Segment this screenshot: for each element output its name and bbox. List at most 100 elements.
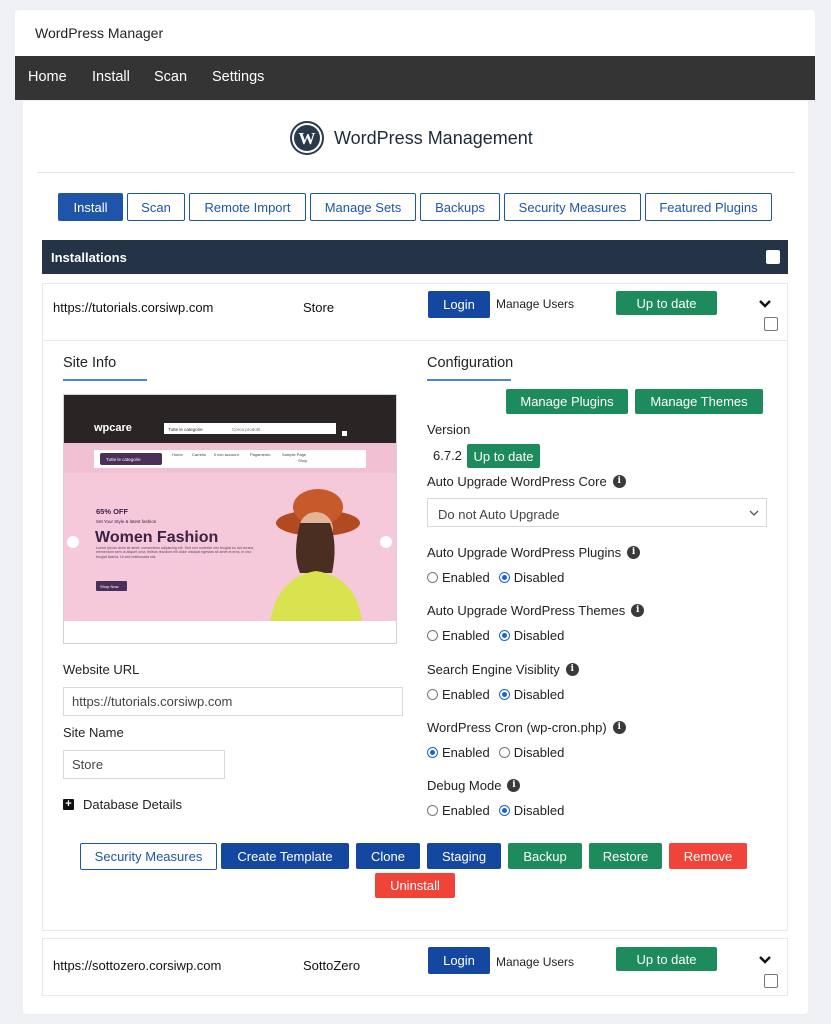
debug-mode-radios: Enabled Disabled [427,803,573,818]
auto-plugins-radios: Enabled Disabled [427,570,573,585]
auto-plugins-label: Auto Upgrade WordPress Plugins i [427,545,641,560]
wp-cron-enabled-radio[interactable] [427,747,438,758]
debug-mode-disabled-radio[interactable] [498,805,510,816]
tab-backups[interactable]: Backups [420,193,500,221]
row-checkbox[interactable] [764,317,778,331]
nav-scan[interactable]: Scan [154,69,187,85]
tab-security-measures[interactable]: Security Measures [504,193,641,221]
chevron-down-icon [749,510,759,516]
site-info-underline [63,379,147,381]
disabled-label: Disabled [513,687,565,702]
backup-button[interactable]: Backup [508,843,582,869]
nav-install[interactable]: Install [92,69,130,85]
remove-button[interactable]: Remove [669,843,747,869]
wp-cron-label-text: WordPress Cron (wp-cron.php) [427,720,607,735]
app-header: WordPress Manager [15,10,815,56]
auto-core-label: Auto Upgrade WordPress Core i [427,474,626,489]
version-status-button[interactable]: Up to date [467,444,540,468]
auto-core-select[interactable]: Do not Auto Upgrade [427,498,767,527]
restore-button[interactable]: Restore [589,843,662,869]
main-nav: Home Install Scan Settings [15,56,815,100]
nav-home[interactable]: Home [28,69,67,85]
disabled-label: Disabled [513,628,565,643]
installation-name: SottoZero [303,958,361,973]
preview-menu-checkout: Pagamento [250,452,271,457]
info-icon[interactable]: i [565,663,579,676]
auto-plugins-label-text: Auto Upgrade WordPress Plugins [427,545,622,560]
disabled-label: Disabled [513,803,565,818]
tab-install[interactable]: Install [58,193,123,221]
preview-menu-sample: Sample Page [282,452,307,457]
chevron-down-icon[interactable] [758,953,772,967]
preview-menu-category: Tutte le categorie [106,457,141,462]
debug-mode-enabled-radio[interactable] [427,805,438,816]
expand-plus-icon[interactable]: + [63,799,74,810]
search-visibility-enabled-radio[interactable] [427,689,438,700]
info-icon[interactable]: i [507,779,521,792]
update-status-button[interactable]: Up to date [616,291,717,315]
preview-logo: wpcare [93,422,132,434]
nav-settings[interactable]: Settings [212,69,264,85]
site-name-field[interactable] [63,750,225,779]
installation-row: https://sottozero.corsiwp.com SottoZero … [42,938,788,996]
uninstall-button[interactable]: Uninstall [375,873,455,898]
staging-button[interactable]: Staging [427,843,501,869]
website-url-field[interactable] [63,687,403,716]
site-name-label: Site Name [63,725,124,740]
installations-header: Installations [42,240,788,274]
installation-url[interactable]: https://sottozero.corsiwp.com [53,958,221,973]
auto-themes-enabled-radio[interactable] [427,630,438,641]
info-icon[interactable]: i [612,721,626,734]
auto-core-select-value: Do not Auto Upgrade [438,507,560,522]
preview-cta: Shop Now [100,584,119,589]
wp-cron-radios: Enabled Disabled [427,745,573,760]
auto-plugins-enabled-radio[interactable] [427,572,438,583]
info-icon[interactable]: i [612,475,626,488]
manage-themes-button[interactable]: Manage Themes [635,389,763,414]
search-visibility-disabled-radio[interactable] [498,689,510,700]
svg-text:W: W [299,129,316,148]
site-info-title: Site Info [63,355,117,371]
installations-title: Installations [51,250,127,265]
security-measures-button[interactable]: Security Measures [80,843,217,870]
preview-offer: 65% OFF [96,507,129,516]
tab-manage-sets[interactable]: Manage Sets [310,193,416,221]
configuration-title: Configuration [427,355,514,371]
site-preview-graphic: wpcare Tutte le categorie Cerca prodotti… [64,395,396,643]
installation-url[interactable]: https://tutorials.corsiwp.com [53,300,213,315]
tab-remote-import[interactable]: Remote Import [189,193,306,221]
preview-menu-account: Il mio account [214,452,240,457]
info-icon[interactable]: i [627,546,641,559]
configuration-underline [427,379,511,381]
chevron-down-icon[interactable] [758,297,772,311]
page-title: WordPress Management [334,127,533,148]
auto-themes-disabled-radio[interactable] [498,630,510,641]
manage-users-link[interactable]: Manage Users [496,297,574,311]
info-icon[interactable]: i [631,604,645,617]
enabled-label: Enabled [442,628,490,643]
website-url-label: Website URL [63,662,140,677]
select-all-checkbox[interactable] [766,250,780,264]
tab-featured-plugins[interactable]: Featured Plugins [645,193,772,221]
update-status-button[interactable]: Up to date [616,947,717,971]
brand: W WordPress Management [290,121,533,155]
search-visibility-label: Search Engine Visiblity i [427,662,579,677]
debug-mode-label: Debug Mode i [427,778,521,793]
login-button[interactable]: Login [428,947,490,974]
auto-core-label-text: Auto Upgrade WordPress Core [427,474,607,489]
row-checkbox[interactable] [764,974,778,988]
enabled-label: Enabled [442,570,490,585]
preview-search-category: Tutte le categorie [168,427,203,432]
login-button[interactable]: Login [428,291,490,318]
create-template-button[interactable]: Create Template [221,843,349,869]
clone-button[interactable]: Clone [356,843,420,869]
tab-scan[interactable]: Scan [127,193,185,221]
wp-cron-disabled-radio[interactable] [498,747,510,758]
manage-plugins-button[interactable]: Manage Plugins [506,389,628,414]
preview-tagline: Set Your Style & latest fashion [96,519,157,524]
installation-name: Store [303,300,335,315]
database-details-toggle[interactable]: Database Details [83,797,182,812]
auto-plugins-disabled-radio[interactable] [498,572,510,583]
manage-users-link[interactable]: Manage Users [496,955,574,969]
auto-themes-label-text: Auto Upgrade WordPress Themes [427,603,626,618]
